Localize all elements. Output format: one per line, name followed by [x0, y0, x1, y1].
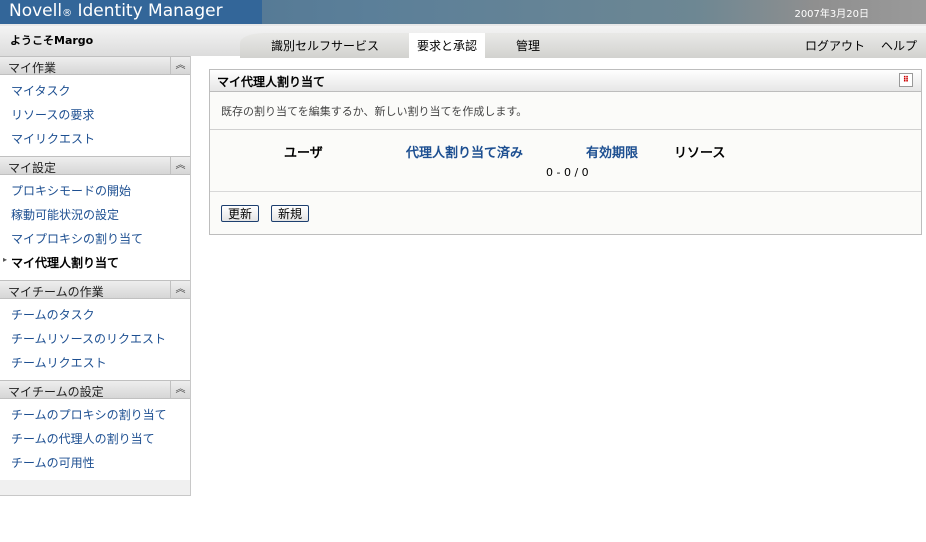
tab-requests-approvals[interactable]: 要求と承認	[409, 33, 486, 58]
sidebar-item-team-requests[interactable]: チームリクエスト	[0, 350, 190, 374]
banner: Novell® Identity Manager 2007年3月20日	[0, 0, 926, 24]
sidebar-item-my-proxy-assignments[interactable]: マイプロキシの割り当て	[0, 226, 190, 250]
sidebar-item-team-delegate-assignments[interactable]: チームの代理人の割り当て	[0, 426, 190, 450]
column-resource: リソース	[674, 146, 726, 161]
current-date: 2007年3月20日	[794, 9, 869, 20]
tab-administration[interactable]: 管理	[516, 37, 540, 54]
sidebar-item-request-resources[interactable]: リソースの要求	[0, 102, 190, 126]
section-team-work: マイチームの作業 ︽	[0, 280, 190, 299]
panel-menu-icon[interactable]: ⠿	[899, 73, 913, 87]
assignments-table: ユーザ 代理人割り当て済み 有効期限 リソース 0 - 0 / 0	[210, 130, 921, 192]
section-my-settings: マイ設定 ︽	[0, 156, 190, 175]
sidebar-item-availability[interactable]: 稼動可能状況の設定	[0, 202, 190, 226]
nav-bar: ようこそMargo 識別セルフサービス 要求と承認 管理 ログアウト ヘルプ	[0, 24, 926, 58]
section-team-settings: マイチームの設定 ︽	[0, 380, 190, 399]
sidebar-item-my-delegate-assignments[interactable]: マイ代理人割り当て	[0, 250, 190, 274]
sidebar-item-team-resource-requests[interactable]: チームリソースのリクエスト	[0, 326, 190, 350]
double-chevron-up-icon[interactable]: ︽	[170, 157, 190, 174]
result-count: 0 - 0 / 0	[546, 166, 589, 179]
new-button[interactable]: 新規	[271, 205, 310, 222]
welcome-text: ようこそMargo	[10, 34, 94, 47]
delegate-assignments-panel: マイ代理人割り当て ⠿ 既存の割り当てを編集するか、新しい割り当てを作成します。 …	[209, 69, 922, 235]
logout-link[interactable]: ログアウト	[805, 37, 865, 54]
sidebar-item-my-requests[interactable]: マイリクエスト	[0, 126, 190, 150]
sidebar-item-my-tasks[interactable]: マイタスク	[0, 78, 190, 102]
tab-identity-self-service[interactable]: 識別セルフサービス	[271, 37, 379, 54]
panel-title: マイ代理人割り当て	[217, 75, 326, 89]
column-delegate-assigned[interactable]: 代理人割り当て済み	[406, 142, 523, 161]
column-user: ユーザ	[284, 146, 323, 161]
double-chevron-up-icon[interactable]: ︽	[170, 281, 190, 298]
sidebar-item-team-availability[interactable]: チームの可用性	[0, 450, 190, 474]
help-link[interactable]: ヘルプ	[881, 37, 917, 54]
refresh-button[interactable]: 更新	[221, 205, 260, 222]
double-chevron-up-icon[interactable]: ︽	[170, 381, 190, 398]
double-chevron-up-icon[interactable]: ︽	[170, 57, 190, 74]
sidebar: マイ作業 ︽ マイタスク リソースの要求 マイリクエスト マイ設定 ︽ プロキシモー…	[0, 56, 191, 496]
product-logo: Novell® Identity Manager	[0, 0, 262, 24]
sidebar-item-start-proxy-mode[interactable]: プロキシモードの開始	[0, 178, 190, 202]
panel-description: 既存の割り当てを編集するか、新しい割り当てを作成します。	[210, 92, 921, 130]
sidebar-item-team-proxy-assignments[interactable]: チームのプロキシの割り当て	[0, 402, 190, 426]
sidebar-item-team-tasks[interactable]: チームのタスク	[0, 302, 190, 326]
section-my-work: マイ作業 ︽	[0, 56, 190, 75]
column-expiration[interactable]: 有効期限	[586, 142, 638, 161]
